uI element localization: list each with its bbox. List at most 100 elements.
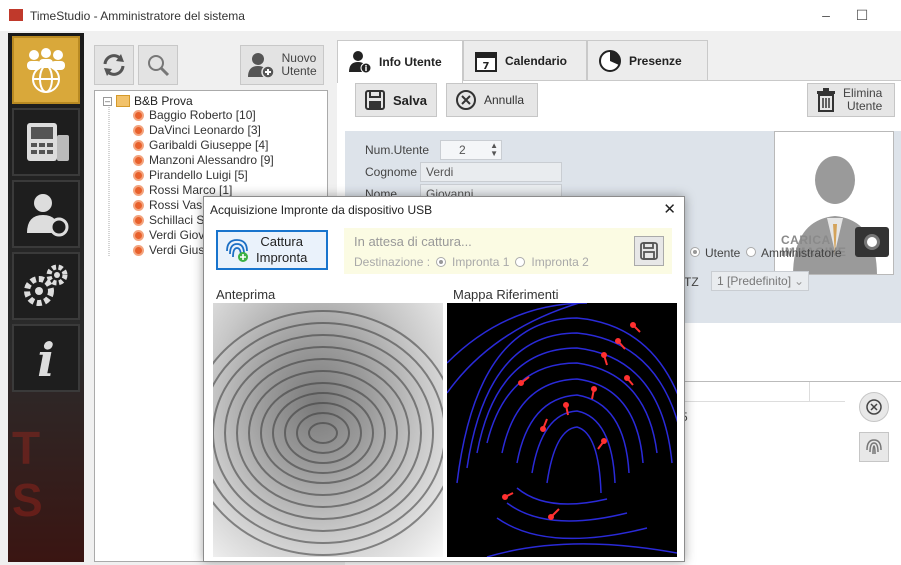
- tab-calendario[interactable]: 7 Calendario: [463, 40, 587, 80]
- cancel-button[interactable]: Annulla: [446, 83, 538, 117]
- tab-info-utente[interactable]: i Info Utente: [337, 40, 463, 83]
- new-user-label-1: Nuovo: [281, 51, 317, 65]
- cognome-field[interactable]: Verdi: [420, 162, 562, 182]
- fingerprint-icon: [866, 439, 882, 455]
- destination-row: Destinazione : Impronta 1 Impronta 2: [354, 255, 589, 269]
- tree-item[interactable]: Rossi Marco [1]: [133, 183, 232, 197]
- fingerprint-capture-dialog: Acquisizione Impronte da dispositivo USB…: [203, 196, 685, 562]
- num-utente-stepper[interactable]: 2 ▲ ▼: [440, 140, 502, 160]
- title-bar: TimeStudio - Amministratore del sistema …: [0, 0, 901, 31]
- search-button[interactable]: [138, 45, 178, 85]
- tab-label: Calendario: [505, 53, 568, 68]
- priv-admin-radio[interactable]: [746, 247, 756, 257]
- tree-item[interactable]: Schillaci S: [133, 213, 204, 227]
- delete-user-button[interactable]: Elimina Utente: [807, 83, 895, 117]
- info-icon: i: [37, 333, 54, 383]
- capture-label-2: Impronta: [256, 250, 308, 265]
- refresh-icon: [103, 54, 125, 76]
- add-fingerprint-button[interactable]: [859, 432, 889, 462]
- save-label: Salva: [393, 92, 427, 108]
- brand-watermark: TS: [12, 422, 43, 526]
- tree-item[interactable]: Rossi Vas: [133, 198, 202, 212]
- app-logo-icon: [9, 9, 23, 21]
- refresh-button[interactable]: [94, 45, 134, 85]
- nav-info-button[interactable]: i: [12, 324, 80, 392]
- svg-text:i: i: [37, 333, 54, 383]
- save-button[interactable]: Salva: [355, 83, 437, 117]
- priv-user-label: Utente: [705, 246, 741, 260]
- user-status-icon: [133, 169, 144, 181]
- terminal-device-icon: [27, 123, 69, 161]
- gears-icon: [24, 264, 68, 306]
- tz-label: TZ: [684, 275, 699, 289]
- impronta1-radio[interactable]: [436, 257, 447, 267]
- maximize-icon[interactable]: ☐: [847, 4, 877, 26]
- nav-user-access-button[interactable]: [12, 180, 80, 248]
- tree-item[interactable]: Verdi Gius: [133, 243, 204, 257]
- tree-item[interactable]: DaVinci Leonardo [3]: [133, 123, 261, 137]
- new-user-label-2: Utente: [281, 64, 317, 78]
- capture-label-1: Cattura: [260, 234, 303, 249]
- add-user-icon: [248, 53, 276, 79]
- tree-root[interactable]: – B&B Prova: [103, 94, 193, 108]
- tab-label: Info Utente: [379, 55, 442, 69]
- remove-fingerprint-button[interactable]: [859, 392, 889, 422]
- user-status-icon: [133, 184, 144, 196]
- user-info-icon: i: [349, 51, 372, 74]
- impronta1-label: Impronta 1: [452, 255, 510, 269]
- user-status-icon: [133, 229, 144, 241]
- tree-item[interactable]: Verdi Giov: [133, 228, 204, 242]
- users-globe-icon: [27, 48, 65, 93]
- camera-icon[interactable]: [855, 227, 889, 257]
- spin-arrows-icon[interactable]: ▲ ▼: [490, 142, 498, 158]
- tree-root-label: B&B Prova: [134, 94, 193, 108]
- tz-value: 1 [Predefinito]: [717, 274, 792, 288]
- close-icon[interactable]: ✕: [663, 200, 676, 218]
- num-utente-value: 2: [459, 143, 466, 157]
- tree-item[interactable]: Manzoni Alessandro [9]: [133, 153, 274, 167]
- fingerprint-minutiae-map: [447, 303, 677, 557]
- nav-settings-button[interactable]: [12, 252, 80, 320]
- tree-item[interactable]: Pirandello Luigi [5]: [133, 168, 248, 182]
- tab-label: Presenze: [629, 53, 682, 68]
- nav-users-button[interactable]: [12, 36, 80, 104]
- impronta2-radio[interactable]: [515, 257, 526, 267]
- num-utente-label: Num.Utente: [365, 143, 430, 157]
- impronta2-label: Impronta 2: [531, 255, 589, 269]
- floppy-icon: [365, 90, 385, 110]
- trash-icon: [817, 88, 835, 112]
- tree-item[interactable]: Baggio Roberto [10]: [133, 108, 256, 122]
- user-status-icon: [133, 154, 144, 166]
- capture-status-box: In attesa di cattura... Destinazione : I…: [344, 228, 672, 274]
- minimize-icon[interactable]: –: [811, 4, 841, 26]
- user-status-icon: [133, 109, 144, 121]
- user-status-icon: [133, 124, 144, 136]
- fingerprint-add-icon: [226, 239, 248, 262]
- tz-select[interactable]: 1 [Predefinito] ⌄: [711, 271, 809, 291]
- user-status-icon: [133, 244, 144, 256]
- collapse-icon[interactable]: –: [103, 96, 112, 106]
- tree-item[interactable]: Garibaldi Giuseppe [4]: [133, 138, 268, 152]
- cancel-icon: [456, 90, 476, 110]
- tab-presenze[interactable]: Presenze: [587, 40, 708, 80]
- save-fingerprint-button[interactable]: [634, 236, 664, 266]
- window-title: TimeStudio - Amministratore del sistema: [30, 9, 245, 23]
- user-status-icon: [133, 199, 144, 211]
- cancel-label: Annulla: [484, 93, 525, 107]
- home-icon: [116, 95, 130, 107]
- capture-fingerprint-button[interactable]: Cattura Impronta: [216, 230, 328, 270]
- nav-devices-button[interactable]: [12, 108, 80, 176]
- new-user-button[interactable]: Nuovo Utente: [240, 45, 324, 85]
- clock-icon: [599, 49, 621, 72]
- svg-text:7: 7: [483, 61, 490, 72]
- status-text: In attesa di cattura...: [354, 234, 472, 249]
- priv-user-radio[interactable]: [690, 247, 700, 257]
- calendar-icon: 7: [475, 51, 497, 72]
- search-icon: [148, 55, 170, 77]
- main-nav: TS i: [8, 33, 84, 562]
- dialog-title: Acquisizione Impronte da dispositivo USB: [210, 203, 433, 217]
- svg-text:i: i: [365, 64, 368, 73]
- preview-label: Anteprima: [216, 287, 276, 302]
- priv-admin-label: Amministratore: [761, 246, 842, 260]
- close-circle-icon: [866, 399, 882, 415]
